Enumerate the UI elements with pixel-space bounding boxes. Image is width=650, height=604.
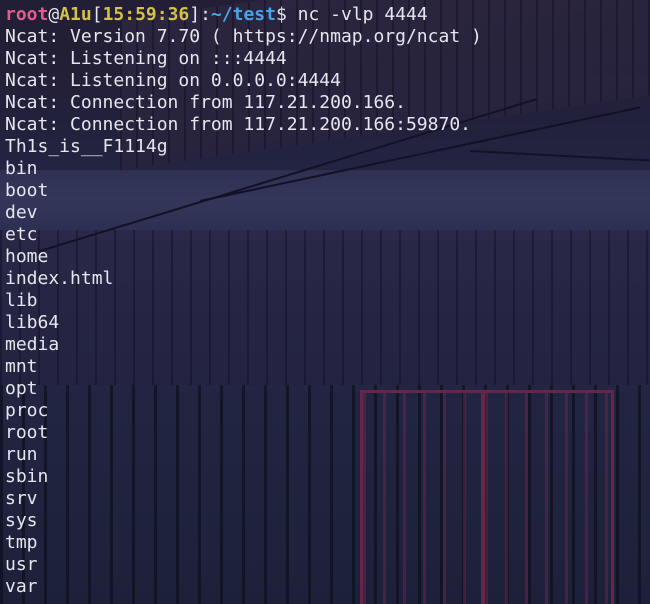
output-line: media	[5, 334, 60, 355]
output-line: Ncat: Version 7.70 ( https://nmap.org/nc…	[5, 26, 482, 47]
output-line: bin	[5, 158, 38, 179]
output-line: dev	[5, 202, 38, 223]
prompt-user: root	[5, 4, 49, 25]
output-line: etc	[5, 224, 38, 245]
terminal-window[interactable]: root@A1u[15:59:36]:~/test$ nc -vlp 4444 …	[0, 0, 650, 604]
prompt-time: 15:59:36	[102, 4, 190, 25]
output-line: tmp	[5, 532, 38, 553]
output-line: Ncat: Connection from 117.21.200.166.	[5, 92, 406, 113]
output-line: srv	[5, 488, 38, 509]
output-line: index.html	[5, 268, 114, 289]
output-line: lib64	[5, 312, 60, 333]
output-line: sys	[5, 510, 38, 531]
prompt-open-bracket: [	[91, 4, 103, 25]
prompt-host: A1u	[59, 4, 92, 25]
prompt-at: @	[48, 4, 60, 25]
output-line: Ncat: Connection from 117.21.200.166:598…	[5, 114, 471, 135]
prompt-sign: $	[275, 4, 287, 25]
prompt-close-bracket: ]	[189, 4, 201, 25]
prompt-line: root@A1u[15:59:36]:~/test$ nc -vlp 4444	[5, 4, 482, 26]
command-text: nc -vlp 4444	[286, 4, 428, 25]
prompt-colon: :	[200, 4, 211, 25]
output-line: proc	[5, 400, 49, 421]
output-line: opt	[5, 378, 38, 399]
output-line: Ncat: Listening on 0.0.0.0:4444	[5, 70, 341, 91]
output-line: run	[5, 444, 38, 465]
output-line: boot	[5, 180, 49, 201]
output-line: mnt	[5, 356, 38, 377]
terminal-output[interactable]: root@A1u[15:59:36]:~/test$ nc -vlp 4444 …	[5, 4, 482, 598]
output-line: usr	[5, 554, 38, 575]
prompt-path: ~/test	[210, 4, 276, 25]
output-line: Ncat: Listening on :::4444	[5, 48, 287, 69]
output-line: var	[5, 576, 38, 597]
output-line: root	[5, 422, 49, 443]
output-line: lib	[5, 290, 38, 311]
output-line: sbin	[5, 466, 49, 487]
output-line: Th1s_is__F1114g	[5, 136, 168, 157]
output-line: home	[5, 246, 49, 267]
